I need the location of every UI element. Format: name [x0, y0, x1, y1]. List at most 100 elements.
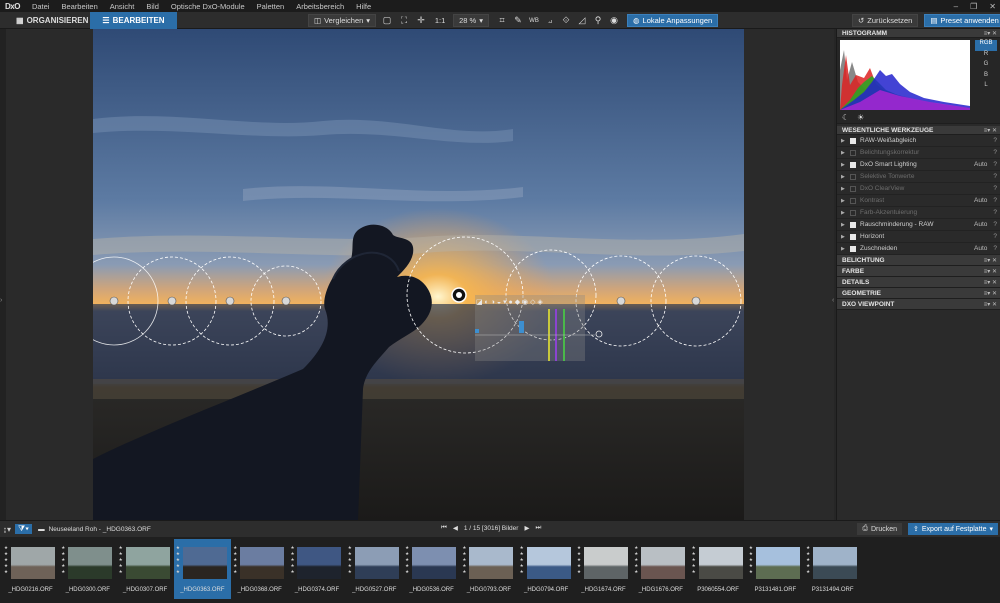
- move-icon[interactable]: ✛: [415, 15, 427, 27]
- rating-stars[interactable]: ★ ★ ★ ★ ★: [61, 545, 67, 575]
- essential-tools-header[interactable]: WESENTLICHE WERKZEUGE ≡▾ ✕: [837, 126, 1000, 135]
- tab-edit[interactable]: ☰ BEARBEITEN: [90, 12, 177, 29]
- rating-stars[interactable]: ★ ★ ★ ★ ★: [806, 545, 812, 575]
- image-viewer[interactable]: ◪ ◐ ◑ ◒ ▾ ● ◆ ◉ ◇ ◈ ‹: [6, 29, 834, 520]
- previous-image-icon[interactable]: ◀: [453, 524, 458, 532]
- warp-icon[interactable]: ⟐: [560, 15, 572, 27]
- expand-triangle-icon[interactable]: ▶: [841, 222, 850, 228]
- rating-stars[interactable]: ★ ★ ★ ★ ★: [233, 545, 239, 575]
- rating-stars[interactable]: ★ ★ ★ ★ ★: [4, 545, 10, 575]
- tool-toggle[interactable]: [850, 209, 856, 216]
- close-icon[interactable]: ✕: [989, 2, 996, 11]
- rating-stars[interactable]: ★ ★ ★ ★ ★: [119, 545, 125, 575]
- export-button[interactable]: ⇪ Export auf Festplatte ▾: [908, 523, 998, 535]
- expand-triangle-icon[interactable]: ▶: [841, 162, 850, 168]
- histogram-header[interactable]: HISTOGRAMM ≡▾ ✕: [837, 29, 1000, 38]
- channel-l[interactable]: L: [975, 82, 997, 93]
- menu-hilfe[interactable]: Hilfe: [350, 2, 377, 11]
- channel-r[interactable]: R: [975, 51, 997, 62]
- reset-button[interactable]: ↺ Zurücksetzen: [852, 14, 919, 27]
- tool-row[interactable]: ▶ DxO Smart Lighting Auto?: [837, 159, 1000, 171]
- filmstrip-thumbnail[interactable]: ★ ★ ★ ★ ★ _HDG0527.ORF: [346, 539, 403, 599]
- help-icon[interactable]: ?: [993, 149, 997, 156]
- rating-stars[interactable]: ★ ★ ★ ★ ★: [176, 545, 182, 575]
- print-button[interactable]: ⎙ Drucken: [857, 523, 903, 535]
- volume-icon[interactable]: ◿: [576, 15, 588, 27]
- filmstrip-thumbnail[interactable]: ★ ★ ★ ★ ★ _HDG0794.ORF: [518, 539, 575, 599]
- shadow-clipping-icon[interactable]: ☾: [842, 113, 849, 122]
- next-image-icon[interactable]: ▶: [524, 524, 529, 532]
- filter-icon[interactable]: ⧩▾: [15, 524, 33, 534]
- filmstrip-thumbnail[interactable]: ★ ★ ★ ★ ★ P3131481.ORF: [747, 539, 804, 599]
- palette-menu-icon[interactable]: ≡▾ ✕: [984, 268, 997, 275]
- help-icon[interactable]: ?: [993, 245, 997, 252]
- rating-stars[interactable]: ★ ★ ★ ★ ★: [692, 545, 698, 575]
- tool-row[interactable]: ▶ Belichtungskorrektur?: [837, 147, 1000, 159]
- tool-toggle[interactable]: [850, 185, 856, 192]
- menu-datei[interactable]: Datei: [26, 2, 56, 11]
- crop-icon[interactable]: ⌗: [496, 15, 508, 27]
- zoom-1to1-button[interactable]: 1:1: [432, 15, 448, 27]
- help-icon[interactable]: ?: [993, 209, 997, 216]
- compare-button[interactable]: ◫ Vergleichen ▾: [308, 14, 377, 27]
- palette-header[interactable]: DETAILS ≡▾ ✕: [837, 277, 1000, 288]
- expand-left-icon[interactable]: ›: [0, 297, 2, 304]
- menu-paletten[interactable]: Paletten: [251, 2, 291, 11]
- expand-triangle-icon[interactable]: ▶: [841, 210, 850, 216]
- expand-triangle-icon[interactable]: ▶: [841, 234, 850, 240]
- frame-icon[interactable]: ▢: [381, 15, 393, 27]
- white-balance-icon[interactable]: WB: [528, 15, 540, 27]
- channel-b[interactable]: B: [975, 72, 997, 83]
- first-image-icon[interactable]: ⏮: [441, 524, 447, 532]
- palette-menu-icon[interactable]: ≡▾ ✕: [984, 30, 997, 37]
- picker-icon[interactable]: ✎: [512, 15, 524, 27]
- filmstrip-thumbnail[interactable]: ★ ★ ★ ★ ★ _HDG0374.ORF: [288, 539, 345, 599]
- filmstrip-thumbnail[interactable]: ★ ★ ★ ★ ★ _HDG0536.ORF: [403, 539, 460, 599]
- perspective-icon[interactable]: ⟓: [544, 15, 556, 27]
- palette-menu-icon[interactable]: ≡▾ ✕: [984, 279, 997, 286]
- expand-triangle-icon[interactable]: ▶: [841, 186, 850, 192]
- menu-bearbeiten[interactable]: Bearbeiten: [55, 2, 103, 11]
- expand-triangle-icon[interactable]: ▶: [841, 174, 850, 180]
- tool-row[interactable]: ▶ Selektive Tonwerte?: [837, 171, 1000, 183]
- apply-preset-button[interactable]: ▤ Preset anwenden: [924, 14, 1000, 27]
- menu-arbeitsbereich[interactable]: Arbeitsbereich: [290, 2, 350, 11]
- palette-menu-icon[interactable]: ≡▾ ✕: [984, 257, 997, 264]
- filmstrip-thumbnail[interactable]: ★ ★ ★ ★ ★ P3131494.ORF: [804, 539, 861, 599]
- help-icon[interactable]: ?: [993, 233, 997, 240]
- filmstrip-thumbnail[interactable]: ★ ★ ★ ★ ★ P3060554.ORF: [690, 539, 747, 599]
- palette-menu-icon[interactable]: ≡▾ ✕: [984, 301, 997, 308]
- tool-row[interactable]: ▶ Zuschneiden Auto?: [837, 243, 1000, 255]
- palette-menu-icon[interactable]: ≡▾ ✕: [984, 127, 997, 134]
- menu-optische-module[interactable]: Optische DxO-Module: [165, 2, 251, 11]
- tool-toggle[interactable]: [850, 161, 856, 168]
- tool-toggle[interactable]: [850, 173, 856, 180]
- menu-bild[interactable]: Bild: [140, 2, 165, 11]
- palette-header[interactable]: FARBE ≡▾ ✕: [837, 266, 1000, 277]
- tool-toggle[interactable]: [850, 149, 856, 156]
- chevron-down-icon[interactable]: ▾: [989, 525, 993, 533]
- rating-stars[interactable]: ★ ★ ★ ★ ★: [520, 545, 526, 575]
- help-icon[interactable]: ?: [993, 185, 997, 192]
- rating-stars[interactable]: ★ ★ ★ ★ ★: [749, 545, 755, 575]
- tool-toggle[interactable]: [850, 245, 856, 252]
- palette-header[interactable]: GEOMETRIE ≡▾ ✕: [837, 288, 1000, 299]
- help-icon[interactable]: ?: [993, 161, 997, 168]
- tool-toggle[interactable]: [850, 137, 856, 144]
- filmstrip-thumbnail[interactable]: ★ ★ ★ ★ ★ _HDG0307.ORF: [117, 539, 174, 599]
- filmstrip-thumbnail[interactable]: ★ ★ ★ ★ ★ _HDG1676.ORF: [632, 539, 689, 599]
- rating-stars[interactable]: ★ ★ ★ ★ ★: [577, 545, 583, 575]
- tool-row[interactable]: ▶ Horizont?: [837, 231, 1000, 243]
- help-icon[interactable]: ?: [993, 221, 997, 228]
- rating-stars[interactable]: ★ ★ ★ ★ ★: [634, 545, 640, 575]
- filmstrip-thumbnail[interactable]: ★ ★ ★ ★ ★ _HDG0363.ORF: [173, 539, 232, 599]
- zoom-select[interactable]: 28 % ▾: [453, 14, 490, 27]
- help-icon[interactable]: ?: [993, 173, 997, 180]
- filmstrip-thumbnail[interactable]: ★ ★ ★ ★ ★ _HDG1674.ORF: [575, 539, 632, 599]
- tool-row[interactable]: ▶ Kontrast Auto?: [837, 195, 1000, 207]
- palette-menu-icon[interactable]: ≡▾ ✕: [984, 290, 997, 297]
- filmstrip-thumbnail[interactable]: ★ ★ ★ ★ ★ _HDG0300.ORF: [59, 539, 116, 599]
- expand-triangle-icon[interactable]: ▶: [841, 198, 850, 204]
- help-icon[interactable]: ?: [993, 137, 997, 144]
- filmstrip-thumbnail[interactable]: ★ ★ ★ ★ ★ _HDG0793.ORF: [460, 539, 517, 599]
